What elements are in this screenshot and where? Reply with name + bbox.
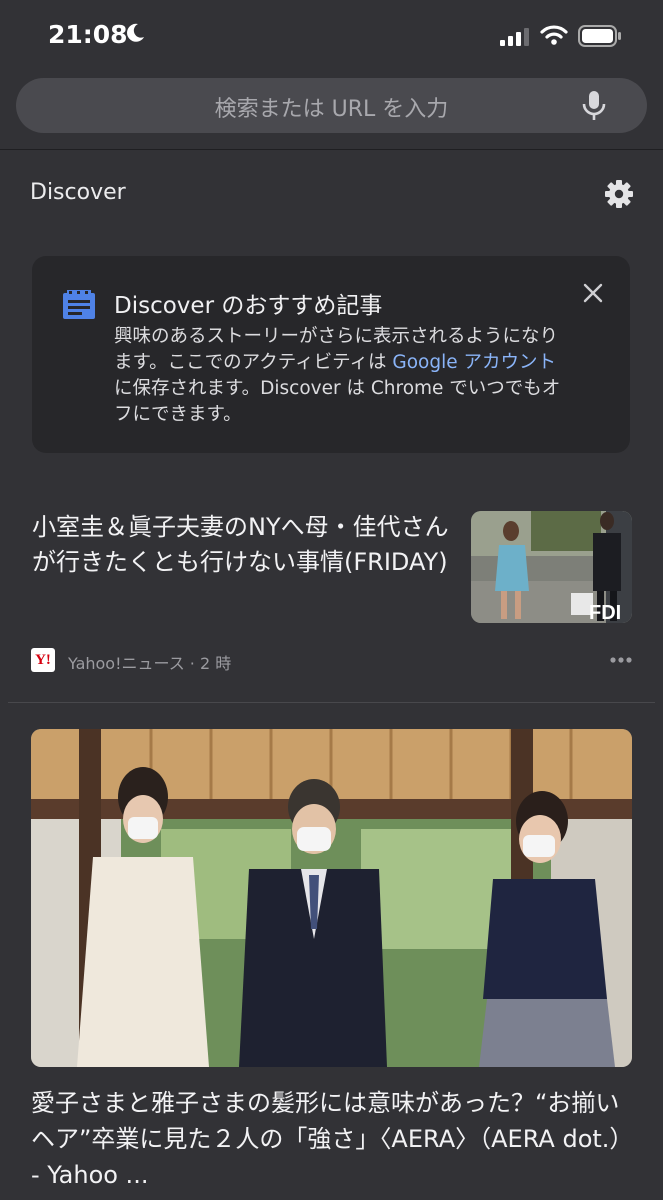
story-source: Yahoo!ニュース · 2 時 <box>68 654 232 673</box>
more-icon[interactable] <box>610 650 632 674</box>
card-body-text-end: に保存されます。Discover は Chrome でいつでもオフにできます。 <box>114 378 561 425</box>
story-hero-image[interactable] <box>31 729 632 1067</box>
moon-icon <box>124 22 146 48</box>
yahoo-logo: Y! <box>31 648 55 672</box>
divider <box>0 149 663 150</box>
divider <box>8 702 655 703</box>
discover-info-card: Discover のおすすめ記事 興味のあるストーリーがさらに表示されるようにな… <box>32 256 630 453</box>
card-body: 興味のあるストーリーがさらに表示されるようになります。ここでのアクティビティは … <box>114 324 574 428</box>
wifi-icon <box>540 24 568 50</box>
signal-icon <box>500 28 532 50</box>
battery-icon <box>578 25 622 51</box>
news-icon <box>62 290 96 324</box>
search-placeholder: 検索または URL を入力 <box>214 97 449 122</box>
svg-text:FDI: FDI <box>589 602 621 623</box>
status-time: 21:08 <box>48 20 128 49</box>
story-title[interactable]: 小室圭＆眞子夫妻のNYへ母・佳代さんが行きたくとも行けない事情(FRIDAY) <box>32 510 452 580</box>
discover-title: Discover <box>30 180 126 205</box>
mic-icon[interactable] <box>581 89 607 127</box>
google-account-link[interactable]: Google アカウント <box>392 352 556 373</box>
status-bar: 21:08 <box>0 0 663 72</box>
close-icon[interactable] <box>582 282 604 308</box>
story-thumbnail[interactable]: FDI <box>471 511 632 623</box>
card-title: Discover のおすすめ記事 <box>114 293 383 319</box>
gear-icon[interactable] <box>603 178 635 214</box>
search-input[interactable]: 検索または URL を入力 <box>16 78 647 133</box>
story-title[interactable]: 愛子さまと雅子さまの髪形には意味があった？“お揃いヘア”卒業に見た２人の「強さ」… <box>31 1085 641 1193</box>
